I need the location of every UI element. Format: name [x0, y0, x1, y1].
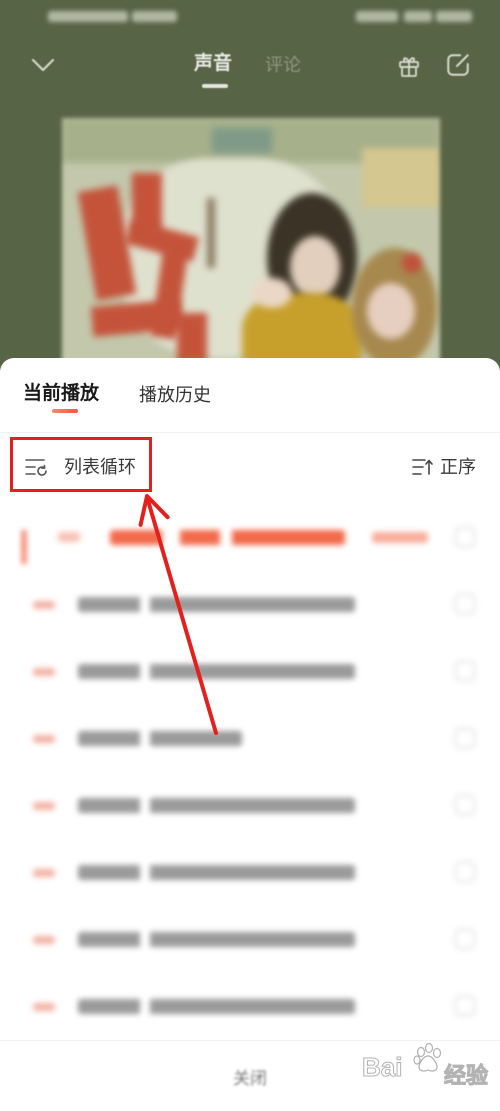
- track-row[interactable]: [0, 571, 500, 638]
- track-row[interactable]: [0, 839, 500, 906]
- playing-bar: [22, 538, 26, 553]
- track-row[interactable]: [0, 638, 500, 705]
- track-badge: [33, 802, 55, 810]
- tab-now-playing-indicator: [52, 409, 78, 413]
- track-title: [78, 798, 355, 813]
- track-list: [0, 504, 500, 1040]
- annotation-highlight-box: [10, 437, 152, 492]
- sort-icon: [412, 459, 433, 475]
- download-icon[interactable]: [455, 661, 475, 681]
- share-icon: [447, 54, 469, 76]
- close-label: 关闭: [233, 1068, 267, 1088]
- track-badge: [33, 936, 55, 944]
- cover-column: [207, 198, 215, 268]
- track-title: [110, 530, 345, 545]
- track-row[interactable]: [0, 973, 500, 1040]
- chevron-down-icon: [31, 58, 55, 72]
- cover-sky: [212, 128, 272, 153]
- track-title: [78, 664, 355, 679]
- album-cover: [62, 118, 440, 398]
- track-title: [78, 731, 242, 746]
- playing-bar: [22, 530, 26, 538]
- gift-icon: [399, 57, 419, 77]
- track-row[interactable]: [0, 906, 500, 973]
- track-progress: [372, 532, 428, 543]
- gift-button[interactable]: [396, 53, 422, 79]
- tab-now-playing[interactable]: 当前播放: [23, 382, 99, 406]
- sort-order-button[interactable]: 正序: [412, 448, 476, 486]
- track-badge: [58, 532, 80, 542]
- download-icon[interactable]: [455, 929, 475, 949]
- player-header: 声音 评论: [0, 0, 500, 100]
- cover-calligraphy: [177, 313, 207, 363]
- track-row[interactable]: [0, 705, 500, 772]
- close-button[interactable]: 关闭: [0, 1040, 500, 1111]
- track-row[interactable]: [0, 772, 500, 839]
- cover-figure2-face: [367, 283, 415, 339]
- cover-figure-face: [290, 236, 340, 298]
- track-badge: [33, 668, 55, 676]
- track-badge: [33, 735, 55, 743]
- download-icon[interactable]: [455, 862, 475, 882]
- tab-sound[interactable]: 声音: [194, 52, 232, 76]
- download-icon[interactable]: [455, 527, 475, 547]
- download-icon[interactable]: [455, 996, 475, 1016]
- track-title: [78, 999, 355, 1014]
- sort-order-label: 正序: [440, 457, 476, 477]
- tab-comments[interactable]: 评论: [265, 53, 301, 77]
- playing-bar: [22, 553, 26, 564]
- share-button[interactable]: [444, 51, 472, 79]
- tab-play-history[interactable]: 播放历史: [139, 383, 211, 407]
- track-title: [78, 932, 355, 947]
- track-badge: [33, 601, 55, 609]
- collapse-button[interactable]: [28, 52, 58, 78]
- cover-figure-hand: [252, 278, 292, 308]
- track-row[interactable]: [0, 504, 500, 571]
- download-icon[interactable]: [455, 728, 475, 748]
- track-title: [78, 597, 355, 612]
- playing-indicator-icon: [22, 530, 39, 564]
- track-badge: [33, 1003, 55, 1011]
- track-badge: [33, 869, 55, 877]
- download-icon[interactable]: [455, 594, 475, 614]
- download-icon[interactable]: [455, 795, 475, 815]
- divider: [0, 432, 500, 433]
- tab-sound-indicator: [202, 84, 228, 88]
- cover-glow: [362, 148, 440, 208]
- track-title: [78, 865, 355, 880]
- cover-blossom: [402, 253, 422, 273]
